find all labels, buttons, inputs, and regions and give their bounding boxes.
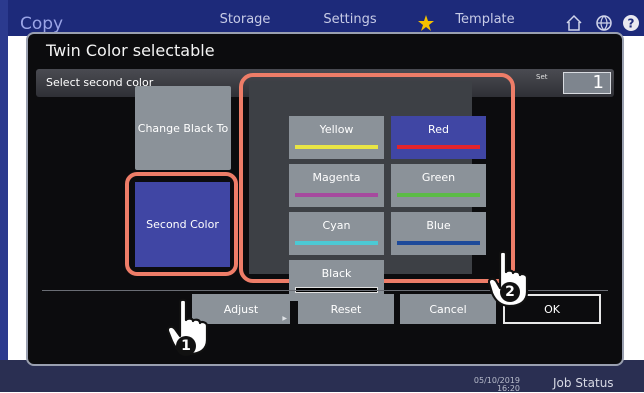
color-green-button[interactable]: Green [391,164,486,207]
change-black-to-button[interactable]: Change Black To [135,86,231,170]
color-label: Green [421,171,456,184]
svg-text:?: ? [628,17,635,31]
second-color-button[interactable]: Second Color [135,182,230,267]
color-swatch [295,193,378,197]
set-count: 1 [563,72,611,94]
job-status-button[interactable]: Job Status [553,376,614,390]
cancel-button[interactable]: Cancel [400,294,496,324]
color-swatch [397,193,480,197]
tab-template[interactable]: Template [440,0,530,36]
color-red-button[interactable]: Red [391,116,486,159]
color-cyan-button[interactable]: Cyan [289,212,384,255]
reset-button[interactable]: Reset [298,294,394,324]
color-label: Black [321,267,352,280]
globe-icon[interactable] [595,14,613,32]
color-swatch [397,145,480,149]
callout-number-2: 2 [500,282,520,302]
star-icon[interactable] [418,15,434,31]
help-icon[interactable]: ? [622,14,640,32]
callout-number-1: 1 [176,336,196,356]
tab-settings[interactable]: Settings [305,0,395,36]
home-icon[interactable] [565,14,583,32]
color-yellow-button[interactable]: Yellow [289,116,384,159]
color-magenta-button[interactable]: Magenta [289,164,384,207]
color-swatch [397,241,480,245]
color-swatch [295,145,378,149]
dialog-title: Twin Color selectable [46,41,215,60]
set-label: Set [536,73,548,81]
color-label: Magenta [312,171,361,184]
color-blue-button[interactable]: Blue [391,212,486,255]
color-swatch [295,241,378,245]
tab-storage[interactable]: Storage [200,0,290,36]
color-label: Yellow [319,123,354,136]
app-title: Copy [20,14,64,34]
more-arrow-icon: ▶ [282,315,287,322]
color-label: Cyan [322,219,351,232]
color-label: Red [428,123,449,136]
app-left-edge [0,0,8,392]
status-date: 05/10/2019 16:20 [473,376,520,393]
color-label: Blue [426,219,451,232]
